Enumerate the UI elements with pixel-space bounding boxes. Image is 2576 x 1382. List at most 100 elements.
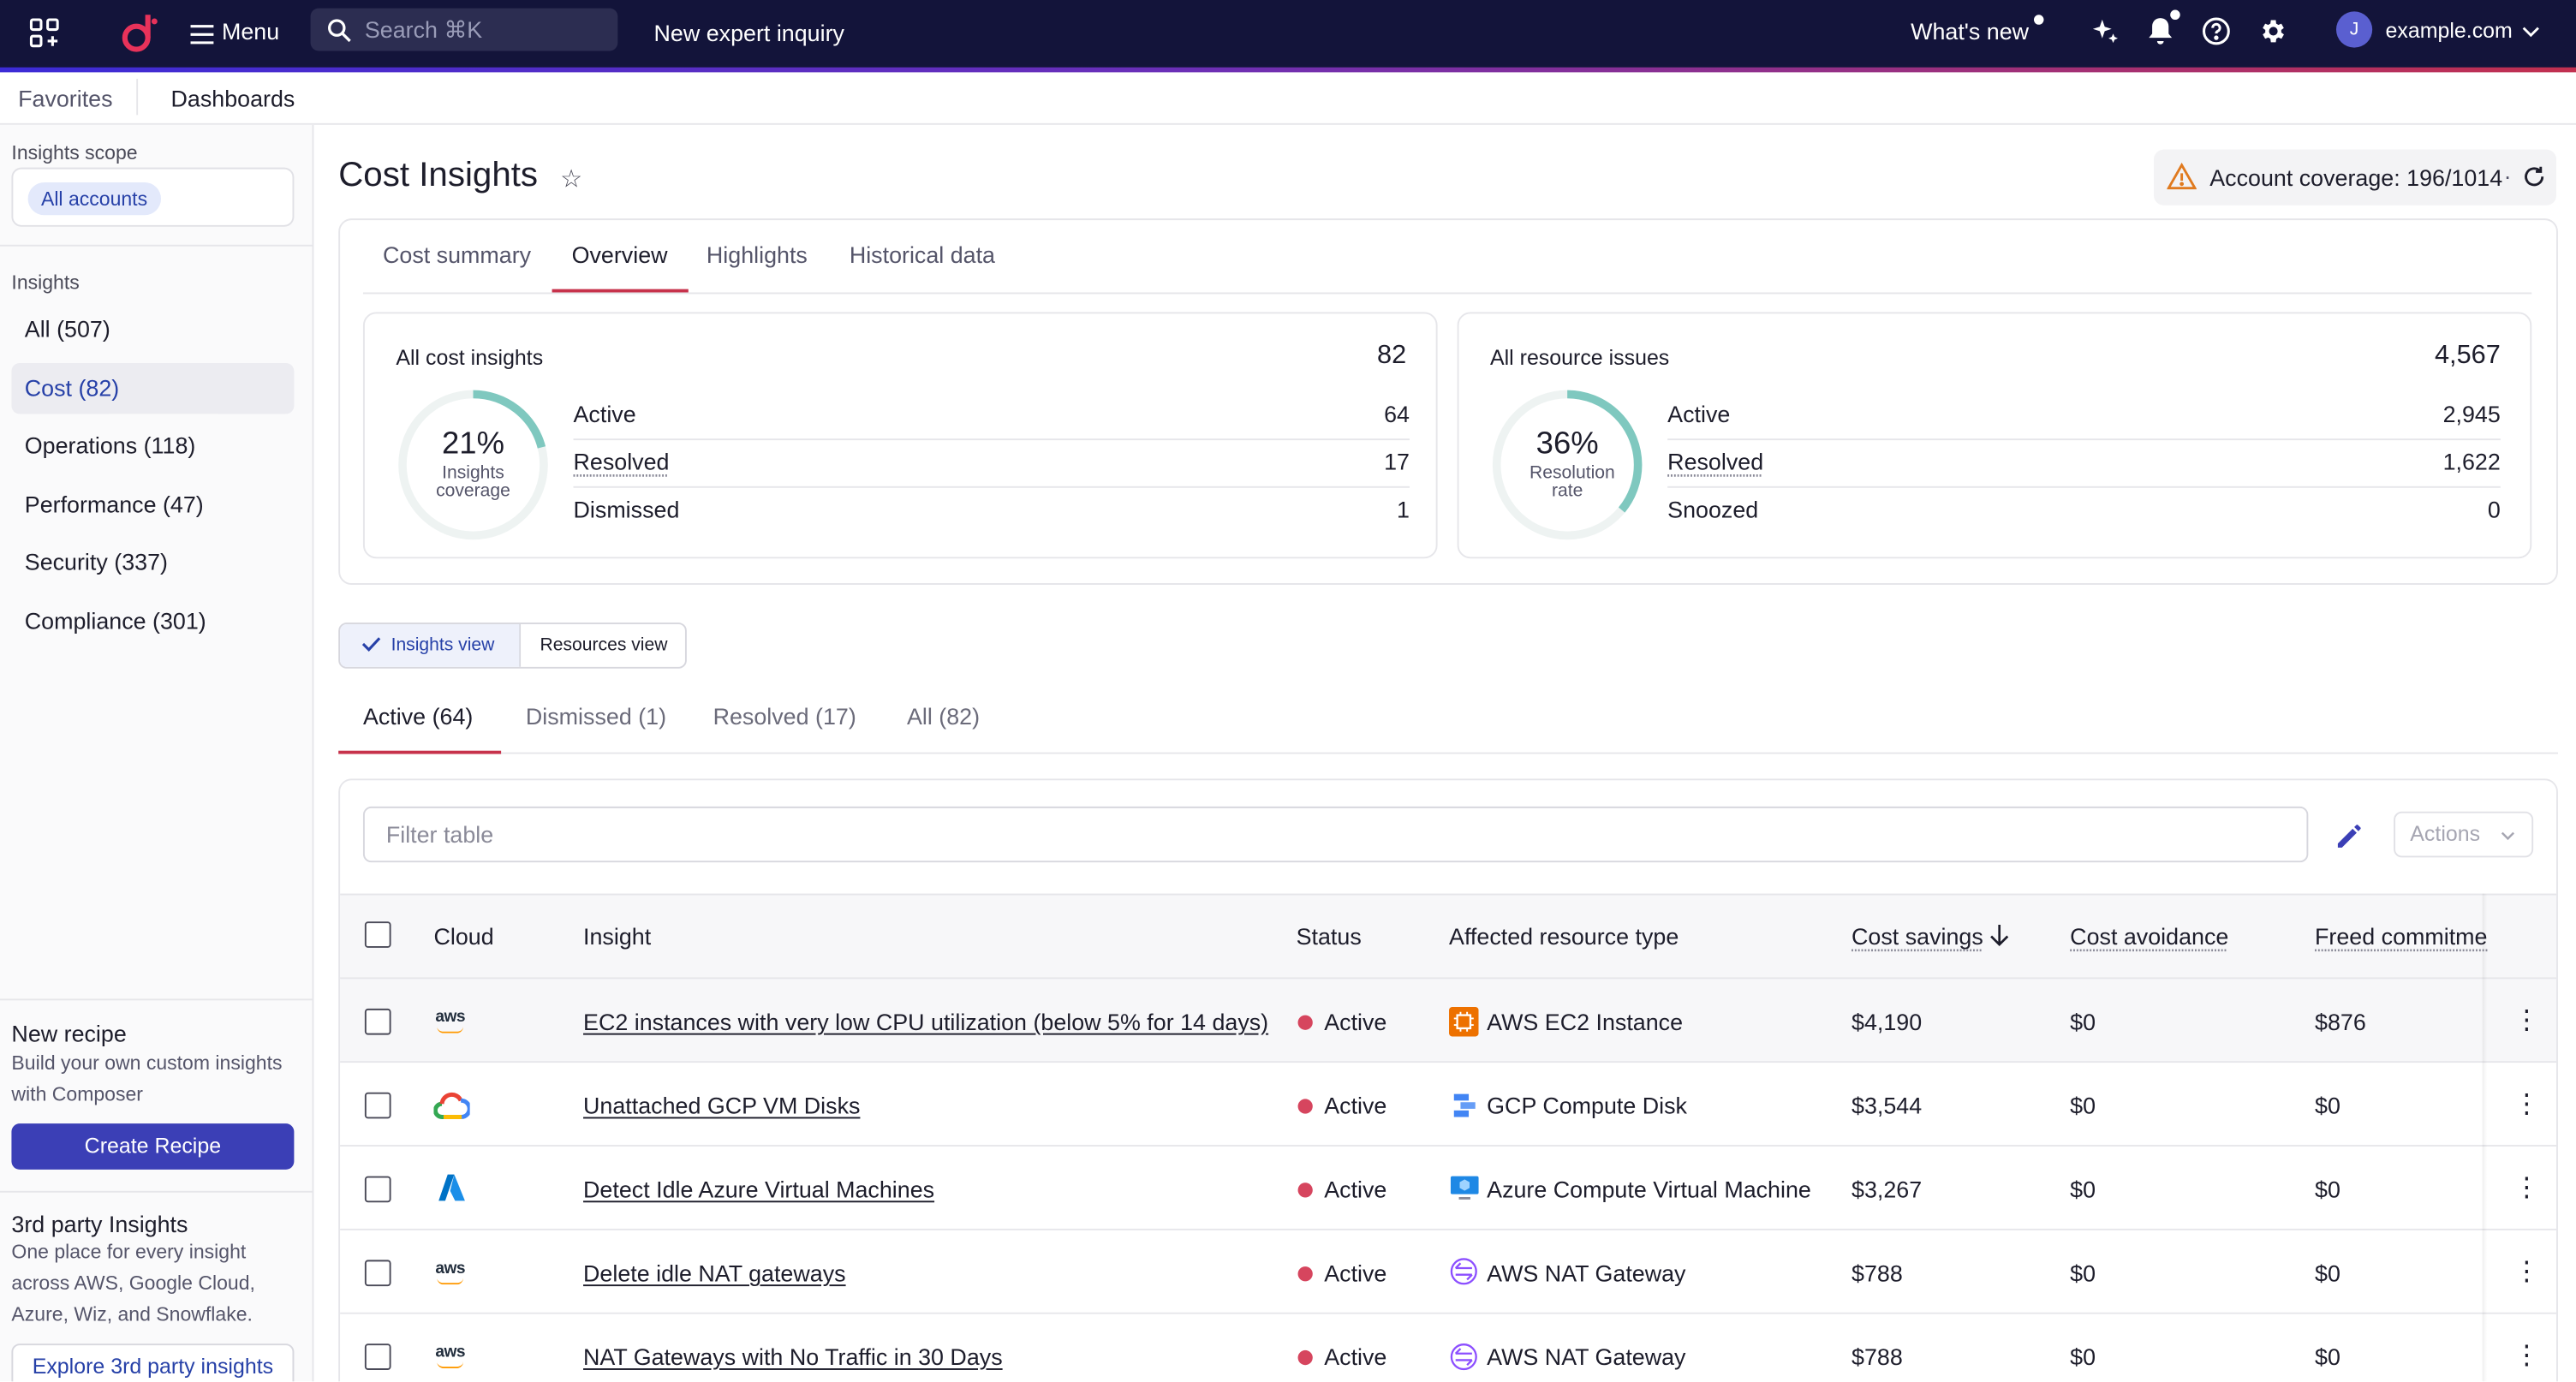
cost-avoidance-value: $0 — [2070, 1176, 2096, 1203]
menu-button[interactable]: Menu — [222, 16, 279, 46]
resource-issues-card: All resource issues 4,567 36% Resolution… — [1457, 312, 2532, 559]
stat-label: Snoozed — [1667, 496, 1759, 523]
subtab-dismissed[interactable]: Dismissed (1) — [526, 703, 666, 730]
insight-link[interactable]: EC2 instances with very low CPU utilizat… — [583, 1009, 1268, 1035]
column-freed-commitment[interactable]: Freed commitme — [2315, 923, 2487, 950]
cost-avoidance-value: $0 — [2070, 1343, 2096, 1370]
search-icon — [327, 17, 352, 42]
select-all-checkbox[interactable] — [364, 921, 391, 948]
column-insight[interactable]: Insight — [583, 923, 651, 950]
compute-disk-icon — [1451, 1091, 1479, 1127]
help-icon[interactable] — [2200, 15, 2231, 45]
stat-row-resolved[interactable]: Resolved 1,622 — [1667, 440, 2501, 488]
favorite-star-icon[interactable]: ☆ — [560, 164, 582, 194]
hamburger-menu-icon[interactable] — [188, 20, 216, 48]
subtab-active[interactable]: Active (64) — [363, 703, 473, 730]
column-cloud[interactable]: Cloud — [433, 923, 493, 950]
row-more-options-icon[interactable]: ⋮ — [2513, 1176, 2540, 1203]
search-box[interactable]: Search ⌘K — [310, 8, 618, 51]
stat-value: 1 — [1397, 496, 1410, 523]
row-checkbox[interactable] — [364, 1260, 391, 1287]
explore-third-party-button[interactable]: Explore 3rd party insights — [11, 1343, 295, 1382]
search-input[interactable]: Search ⌘K — [365, 15, 482, 44]
ai-sparkle-icon[interactable] — [2088, 15, 2120, 47]
account-name[interactable]: example.com — [2386, 16, 2513, 46]
coverage-separator: · — [2503, 162, 2512, 189]
account-coverage-banner[interactable]: Account coverage: 196/1014 · — [2154, 149, 2557, 206]
stat-row-active[interactable]: Active 64 — [573, 392, 1410, 441]
favorites-link[interactable]: Favorites — [18, 86, 112, 112]
notifications-bell-icon[interactable] — [2145, 15, 2175, 47]
stat-row-snoozed[interactable]: Snoozed 0 — [1667, 488, 2501, 536]
status-text: Active — [1324, 1260, 1387, 1287]
sidebar-item-cost[interactable]: Cost (82) — [11, 362, 295, 414]
tab-highlights[interactable]: Highlights — [707, 241, 808, 268]
subtab-resolved[interactable]: Resolved (17) — [713, 703, 856, 730]
stat-label: Dismissed — [573, 496, 680, 523]
dashboards-link[interactable]: Dashboards — [171, 86, 295, 112]
status-dot — [1297, 1266, 1313, 1282]
filter-table-input[interactable]: Filter table — [362, 806, 2309, 863]
subtab-active-underline — [338, 750, 502, 754]
refresh-icon[interactable] — [2522, 164, 2547, 197]
sidebar-item-security[interactable]: Security (337) — [11, 537, 294, 587]
new-expert-inquiry-link[interactable]: New expert inquiry — [654, 18, 844, 48]
row-more-options-icon[interactable]: ⋮ — [2513, 1092, 2540, 1119]
tab-historical-data[interactable]: Historical data — [850, 241, 995, 268]
cost-insights-card: All cost insights 82 21% Insights covera… — [362, 312, 1438, 559]
stat-row-resolved[interactable]: Resolved 17 — [573, 440, 1410, 488]
coverage-percent: 21% — [442, 426, 504, 462]
column-cost-savings[interactable]: Cost savings — [1852, 923, 1983, 950]
sidebar-item-operations[interactable]: Operations (118) — [11, 420, 294, 471]
chevron-down-icon[interactable] — [2520, 21, 2540, 41]
sidebar-item-compliance[interactable]: Compliance (301) — [11, 596, 294, 646]
stat-value: 17 — [1384, 448, 1410, 475]
insights-view-button[interactable]: Insights view — [340, 623, 522, 667]
actions-dropdown[interactable]: Actions — [2394, 811, 2534, 858]
row-checkbox[interactable] — [364, 1008, 391, 1035]
stat-row-active[interactable]: Active 2,945 — [1667, 392, 2501, 441]
ec2-instance-icon — [1449, 1006, 1479, 1045]
tab-cost-summary[interactable]: Cost summary — [383, 241, 531, 268]
tab-overview[interactable]: Overview — [572, 241, 668, 268]
resources-view-button[interactable]: Resources view — [521, 624, 687, 667]
sidebar-item-all[interactable]: All (507) — [11, 304, 294, 354]
apps-grid-icon[interactable] — [28, 16, 61, 49]
whats-new-link[interactable]: What's new — [1911, 16, 2029, 46]
subtab-all[interactable]: All (82) — [907, 703, 980, 730]
cost-savings-value: $4,190 — [1852, 1008, 1923, 1035]
scope-chip[interactable]: All accounts — [27, 182, 161, 216]
sidebar-divider — [0, 244, 313, 247]
brand-logo-icon[interactable] — [118, 10, 161, 57]
new-recipe-title: New recipe — [11, 1020, 127, 1047]
stat-row-dismissed[interactable]: Dismissed 1 — [574, 488, 1410, 536]
scope-selector[interactable]: All accounts — [11, 167, 295, 227]
stat-value: 0 — [2487, 496, 2501, 523]
insight-link[interactable]: NAT Gateways with No Traffic in 30 Days — [583, 1343, 1003, 1370]
column-affected-resource-type[interactable]: Affected resource type — [1449, 923, 1679, 950]
column-cost-avoidance[interactable]: Cost avoidance — [2070, 923, 2228, 950]
warning-icon — [2166, 162, 2197, 199]
row-checkbox[interactable] — [364, 1343, 391, 1370]
chevron-down-icon — [2501, 813, 2515, 856]
insight-link[interactable]: Delete idle NAT gateways — [583, 1260, 846, 1286]
cost-avoidance-value: $0 — [2070, 1260, 2096, 1287]
sidebar-item-performance[interactable]: Performance (47) — [11, 480, 294, 530]
insight-link[interactable]: Unattached GCP VM Disks — [583, 1093, 860, 1119]
row-more-options-icon[interactable]: ⋮ — [2513, 1343, 2540, 1370]
tab-active-underline — [552, 289, 689, 293]
column-status[interactable]: Status — [1297, 923, 1362, 950]
row-checkbox[interactable] — [364, 1176, 391, 1203]
edit-pencil-icon[interactable] — [2334, 819, 2365, 859]
row-checkbox[interactable] — [364, 1092, 391, 1119]
nat-gateway-icon — [1449, 1257, 1479, 1295]
insight-link[interactable]: Detect Idle Azure Virtual Machines — [583, 1176, 934, 1203]
whats-new-dot — [2033, 15, 2044, 25]
sort-down-arrow-icon[interactable] — [1988, 923, 2011, 956]
status-text: Active — [1324, 1343, 1387, 1370]
settings-gear-icon[interactable] — [2256, 15, 2287, 45]
create-recipe-button[interactable]: Create Recipe — [11, 1123, 295, 1170]
row-more-options-icon[interactable]: ⋮ — [2513, 1259, 2540, 1286]
row-more-options-icon[interactable]: ⋮ — [2513, 1008, 2540, 1035]
avatar[interactable]: J — [2335, 11, 2373, 48]
